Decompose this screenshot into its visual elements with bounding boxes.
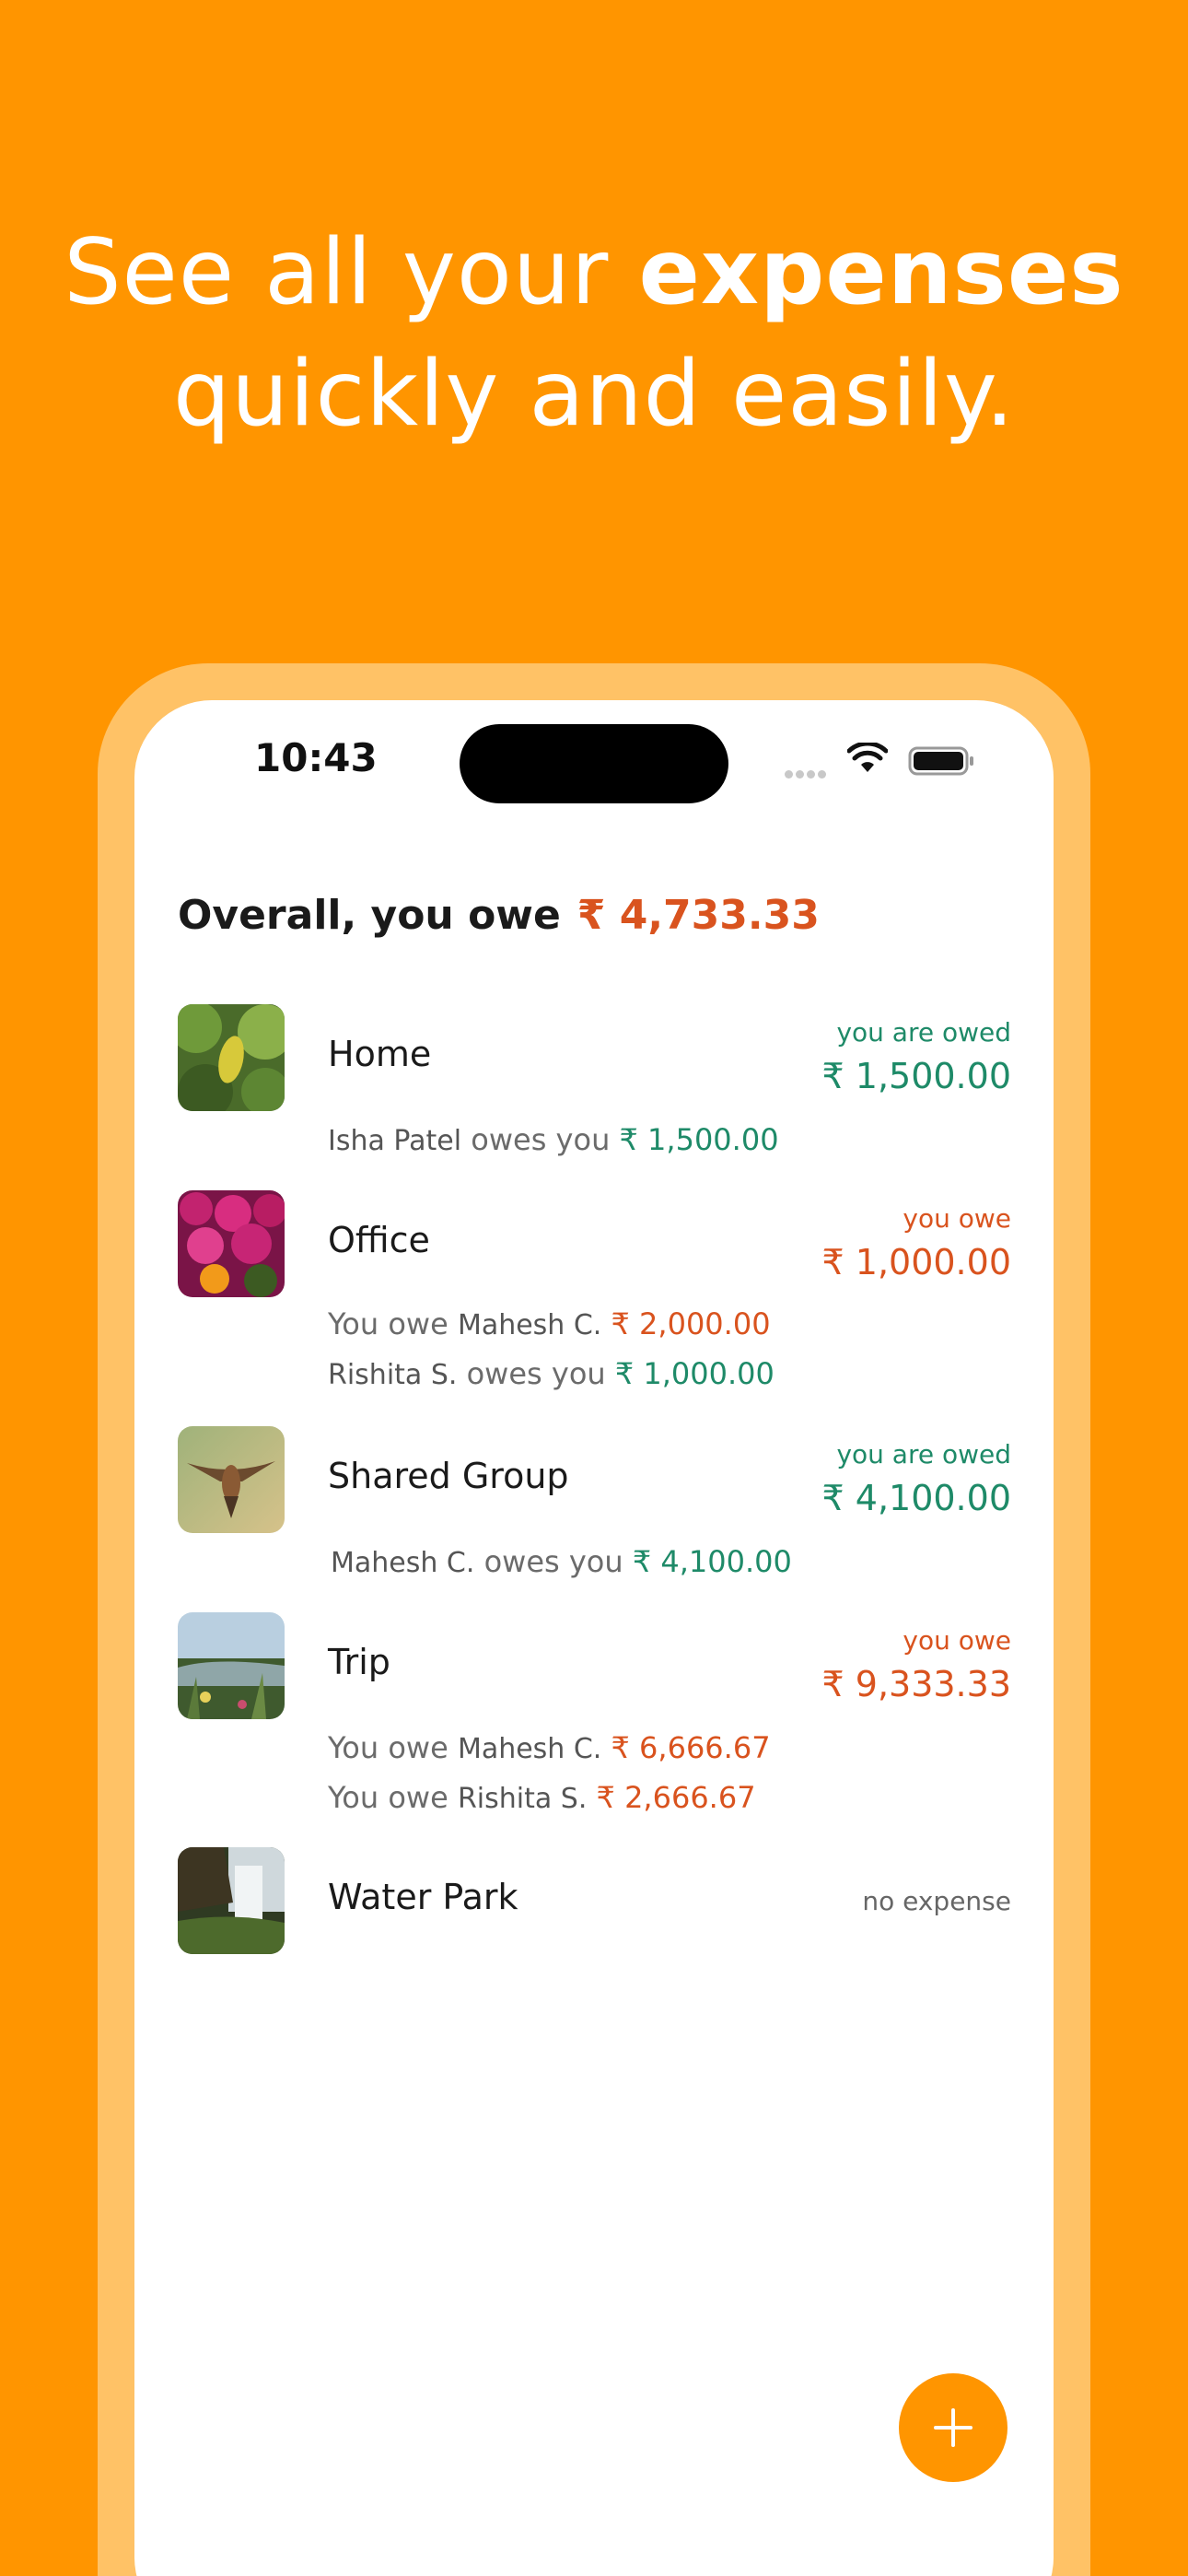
group-row-home[interactable]: Home you are owed ₹ 1,500.00 Isha Patel … bbox=[178, 1004, 1011, 1161]
balance-line: You owe Mahesh C. ₹ 2,000.00 bbox=[328, 1306, 771, 1341]
group-row-office[interactable]: Office you owe ₹ 1,000.00 You owe Mahesh… bbox=[178, 1190, 1011, 1398]
balance-line: You owe Mahesh C. ₹ 6,666.67 bbox=[328, 1730, 771, 1765]
group-status: no expense bbox=[862, 1886, 1011, 1916]
wifi-icon bbox=[847, 743, 888, 772]
headline-bold-word: expenses bbox=[638, 220, 1124, 325]
headline-line2: quickly and easily. bbox=[172, 342, 1016, 447]
group-thumbnail-shared-group bbox=[178, 1426, 285, 1533]
group-amount: ₹ 4,100.00 bbox=[821, 1478, 1011, 1518]
overall-label: Overall, you owe bbox=[178, 892, 561, 939]
group-thumbnail-water-park bbox=[178, 1847, 285, 1954]
group-status: you owe bbox=[903, 1625, 1011, 1656]
overall-amount: ₹ 4,733.33 bbox=[577, 892, 820, 939]
group-row-shared-group[interactable]: Shared Group you are owed ₹ 4,100.00 Mah… bbox=[178, 1426, 1011, 1583]
phone-screen: 10:43 Overall, you owe ₹ 4,733.33 Home yo… bbox=[134, 700, 1054, 2576]
group-name: Water Park bbox=[328, 1877, 518, 1917]
group-status: you are owed bbox=[836, 1017, 1011, 1048]
balance-line: Mahesh C. owes you ₹ 4,100.00 bbox=[331, 1544, 792, 1579]
dynamic-island bbox=[460, 724, 728, 803]
cellular-signal-icon bbox=[785, 767, 829, 783]
group-amount: ₹ 1,500.00 bbox=[821, 1056, 1011, 1096]
balance-line: Rishita S. owes you ₹ 1,000.00 bbox=[328, 1356, 775, 1391]
group-row-trip[interactable]: Trip you owe ₹ 9,333.33 You owe Mahesh C… bbox=[178, 1612, 1011, 1820]
group-amount: ₹ 1,000.00 bbox=[821, 1242, 1011, 1282]
status-time: 10:43 bbox=[254, 735, 378, 780]
group-name: Shared Group bbox=[328, 1456, 569, 1496]
group-row-water-park[interactable]: Water Park no expense bbox=[178, 1847, 1011, 1954]
group-thumbnail-office bbox=[178, 1190, 285, 1297]
group-thumbnail-home bbox=[178, 1004, 285, 1111]
group-name: Home bbox=[328, 1034, 432, 1074]
group-thumbnail-trip bbox=[178, 1612, 285, 1719]
headline-line1: See all your bbox=[64, 220, 639, 325]
group-status: you owe bbox=[903, 1203, 1011, 1234]
balance-line: Isha Patel owes you ₹ 1,500.00 bbox=[328, 1122, 779, 1157]
plus-icon bbox=[934, 2408, 973, 2447]
group-name: Office bbox=[328, 1220, 430, 1260]
add-expense-button[interactable] bbox=[899, 2373, 1007, 2482]
group-amount: ₹ 9,333.33 bbox=[821, 1664, 1011, 1704]
balance-line: You owe Rishita S. ₹ 2,666.67 bbox=[328, 1780, 756, 1815]
group-name: Trip bbox=[328, 1642, 390, 1682]
headline: See all your expenses quickly and easily… bbox=[0, 212, 1188, 455]
group-status: you are owed bbox=[836, 1439, 1011, 1469]
overall-balance: Overall, you owe ₹ 4,733.33 bbox=[178, 892, 820, 939]
battery-icon bbox=[908, 746, 973, 776]
